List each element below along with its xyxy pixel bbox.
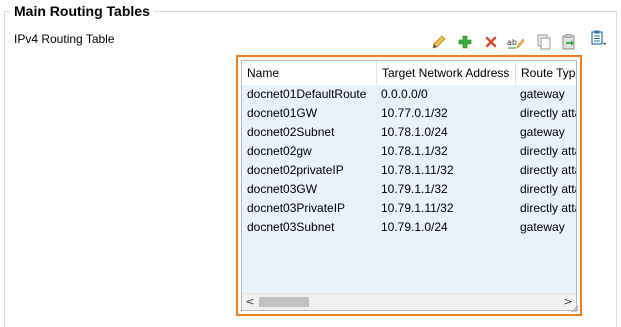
table-row[interactable]: docnet01DefaultRoute 0.0.0.0/0 gateway [242,85,576,104]
group-box-border-left [4,11,5,327]
cell-target-address: 10.77.0.1/32 [381,106,448,120]
table-header: Name Target Network Address Route Type [242,61,576,86]
cell-route-type: directly attached [520,201,576,215]
cell-name: docnet02Subnet [247,125,335,139]
edit-button[interactable] [430,33,448,51]
cell-name: docnet02privateIP [247,163,344,177]
routing-table[interactable]: Name Target Network Address Route Type d… [241,60,577,311]
cell-target-address: 10.79.1.0/24 [381,220,448,234]
table-row[interactable]: docnet03PrivateIP 10.79.1.11/32 directly… [242,199,576,218]
rename-button[interactable]: ab [507,33,525,51]
options-menu-button[interactable] [589,29,607,47]
cell-name: docnet03GW [247,182,318,196]
cell-target-address: 10.78.1.1/32 [381,144,448,158]
horizontal-scrollbar[interactable]: < > [242,293,576,310]
edit-icon [432,35,446,49]
table-row[interactable]: docnet02Subnet 10.78.1.0/24 gateway [242,123,576,142]
resize-grip-icon[interactable] [571,305,579,313]
cell-name: docnet03Subnet [247,220,335,234]
cell-route-type: gateway [520,220,565,234]
add-button[interactable] [456,33,474,51]
copy-button[interactable] [535,33,553,51]
cell-target-address: 10.78.1.0/24 [381,125,448,139]
column-header-route-type[interactable]: Route Type [515,61,576,85]
scroll-left-arrow[interactable]: < [242,294,258,310]
routing-table-label: IPv4 Routing Table [14,32,115,46]
svg-text:ab: ab [507,38,517,47]
table-body: docnet01DefaultRoute 0.0.0.0/0 gateway d… [242,85,576,294]
paste-icon [562,34,575,50]
rename-icon: ab [507,38,525,49]
delete-button[interactable] [482,33,500,51]
table-row[interactable]: docnet03GW 10.79.1.1/32 directly attache… [242,180,576,199]
cell-target-address: 10.79.1.1/32 [381,182,448,196]
cell-target-address: 10.79.1.11/32 [381,201,454,215]
cell-target-address: 0.0.0.0/0 [381,87,428,101]
cell-route-type: directly attached [520,144,576,158]
cell-route-type: directly attached [520,163,576,177]
menu-icon [591,30,606,45]
routing-table-highlight-frame: Name Target Network Address Route Type d… [236,55,582,316]
table-row[interactable]: docnet02privateIP 10.78.1.11/32 directly… [242,161,576,180]
table-row[interactable]: docnet01GW 10.77.0.1/32 directly attache… [242,104,576,123]
column-header-target-network-address[interactable]: Target Network Address [376,61,515,85]
cell-route-type: directly attached [520,106,576,120]
cell-route-type: directly attached [520,182,576,196]
add-icon [458,35,472,49]
delete-icon [485,36,497,48]
group-box-border-right [616,11,617,327]
column-header-name[interactable]: Name [242,61,376,85]
table-row[interactable]: docnet03Subnet 10.79.1.0/24 gateway [242,218,576,237]
section-title: Main Routing Tables [10,3,154,19]
paste-button[interactable] [560,33,578,51]
cell-name: docnet03PrivateIP [247,201,346,215]
cell-route-type: gateway [520,125,565,139]
scrollbar-thumb[interactable] [259,297,309,307]
cell-name: docnet01DefaultRoute [247,87,367,101]
cell-target-address: 10.78.1.11/32 [381,163,454,177]
copy-icon [537,34,551,50]
cell-name: docnet01GW [247,106,318,120]
cell-name: docnet02gw [247,144,312,158]
table-row[interactable]: docnet02gw 10.78.1.1/32 directly attache… [242,142,576,161]
cell-route-type: gateway [520,87,565,101]
